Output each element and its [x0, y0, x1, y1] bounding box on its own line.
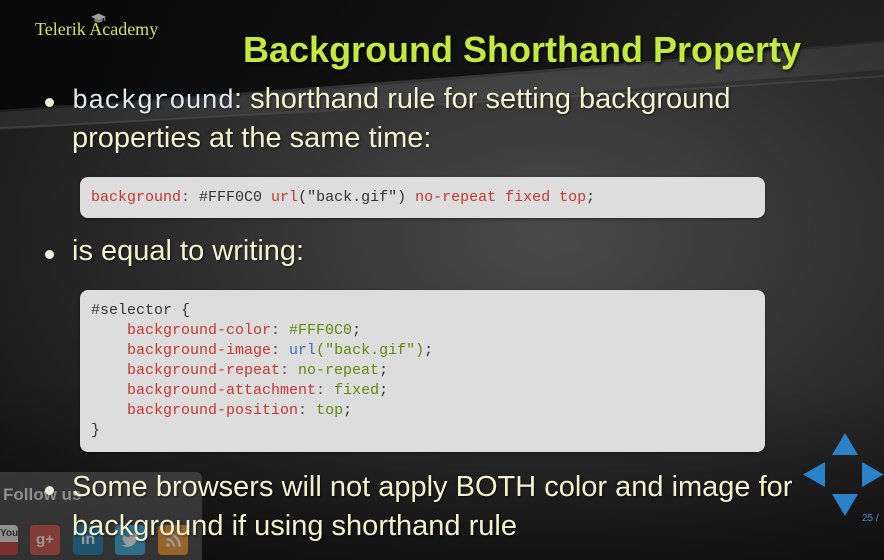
- code-token: background-attachment: [91, 382, 317, 399]
- graduation-cap-icon: [91, 13, 106, 23]
- page-indicator: 25 /: [862, 513, 879, 524]
- bullet-dot: [45, 486, 54, 495]
- code-token: fixed: [334, 382, 380, 399]
- code-line: #selector {: [91, 301, 765, 321]
- code-token: ;: [343, 402, 353, 419]
- code-line: background-repeat: no-repeat;: [91, 361, 765, 381]
- code-token: top: [316, 402, 344, 419]
- code-token: url: [289, 342, 317, 359]
- inline-code-term: background: [72, 87, 235, 117]
- code-line: }: [91, 421, 765, 441]
- code-token: :: [271, 322, 290, 339]
- code-line: background: #FFF0C0 url("back.gif") no-r…: [91, 177, 765, 218]
- code-token: :: [280, 362, 299, 379]
- code-token: background-repeat: [91, 362, 281, 379]
- code-token: background: [91, 189, 182, 206]
- code-line: background-position: top;: [91, 401, 765, 421]
- youtube-logo-text: You: [0, 528, 18, 539]
- code-token: background-position: [91, 402, 299, 419]
- code-token: :: [298, 402, 317, 419]
- slide-navigation: [803, 433, 884, 516]
- code-token: ;: [586, 189, 596, 206]
- code-block: background: #FFF0C0 url("back.gif") no-r…: [80, 177, 765, 218]
- slide-title: Background Shorthand Property: [243, 29, 802, 70]
- bullet-line: background if using shorthand rule: [72, 507, 792, 546]
- bullet-line: Some browsers will not apply BOTH color …: [72, 468, 792, 507]
- bullet-dot: [45, 98, 54, 107]
- code-block: #selector { background-color: #FFF0C0; b…: [80, 290, 765, 452]
- code-token: ;: [424, 342, 434, 359]
- code-token: #FFF0C0: [199, 189, 263, 206]
- bullet-dot: [45, 250, 54, 259]
- bullet-line: is equal to writing:: [72, 232, 304, 271]
- code-token: #selector {: [91, 302, 191, 319]
- bullet-text: properties at the same time:: [72, 122, 432, 154]
- bullet-item: is equal to writing:: [45, 232, 304, 271]
- bullet-text: : shorthand rule for setting background: [234, 83, 731, 115]
- bullet-item: background: shorthand rule for setting b…: [45, 80, 731, 158]
- bullet-text: Some browsers will not apply BOTH color …: [72, 471, 793, 503]
- google-plus-logo-text: g+: [36, 531, 54, 548]
- code-token: }: [91, 422, 101, 439]
- code-token: :: [271, 342, 290, 359]
- code-token: ;: [352, 322, 362, 339]
- nav-right-arrow-icon[interactable]: [862, 462, 884, 487]
- bullet-text: background if using shorthand rule: [72, 510, 517, 542]
- code-token: background-image: [91, 342, 272, 359]
- code-line: background-attachment: fixed;: [91, 381, 765, 401]
- code-token: :: [181, 189, 200, 206]
- nav-up-arrow-icon[interactable]: [832, 433, 858, 455]
- code-token: ;: [379, 382, 389, 399]
- nav-left-arrow-icon[interactable]: [803, 462, 825, 487]
- code-token: ("back.gif"): [298, 189, 407, 206]
- bullet-item: Some browsers will not apply BOTH color …: [45, 468, 792, 546]
- nav-down-arrow-icon[interactable]: [832, 494, 858, 516]
- code-token: #FFF0C0: [289, 322, 353, 339]
- code-token: url: [262, 189, 299, 206]
- follow-us-label: Follow us: [3, 485, 82, 504]
- google-plus-icon[interactable]: g+: [30, 525, 60, 555]
- youtube-icon[interactable]: You: [0, 525, 18, 555]
- code-line: background-color: #FFF0C0;: [91, 321, 765, 341]
- code-token: ("back.gif"): [316, 342, 425, 359]
- code-line: background-image: url("back.gif");: [91, 341, 765, 361]
- code-token: background-color: [91, 322, 272, 339]
- bullet-text: is equal to writing:: [72, 235, 305, 267]
- code-token: no-repeat: [298, 362, 380, 379]
- code-token: no-repeat fixed top: [406, 189, 587, 206]
- code-token: :: [316, 382, 335, 399]
- bullet-line: properties at the same time:: [72, 119, 731, 158]
- bullet-line: background: shorthand rule for setting b…: [72, 80, 731, 119]
- slide-viewer: Follow us You g+ in Telerik Academy Back…: [0, 0, 884, 560]
- code-token: ;: [379, 362, 389, 379]
